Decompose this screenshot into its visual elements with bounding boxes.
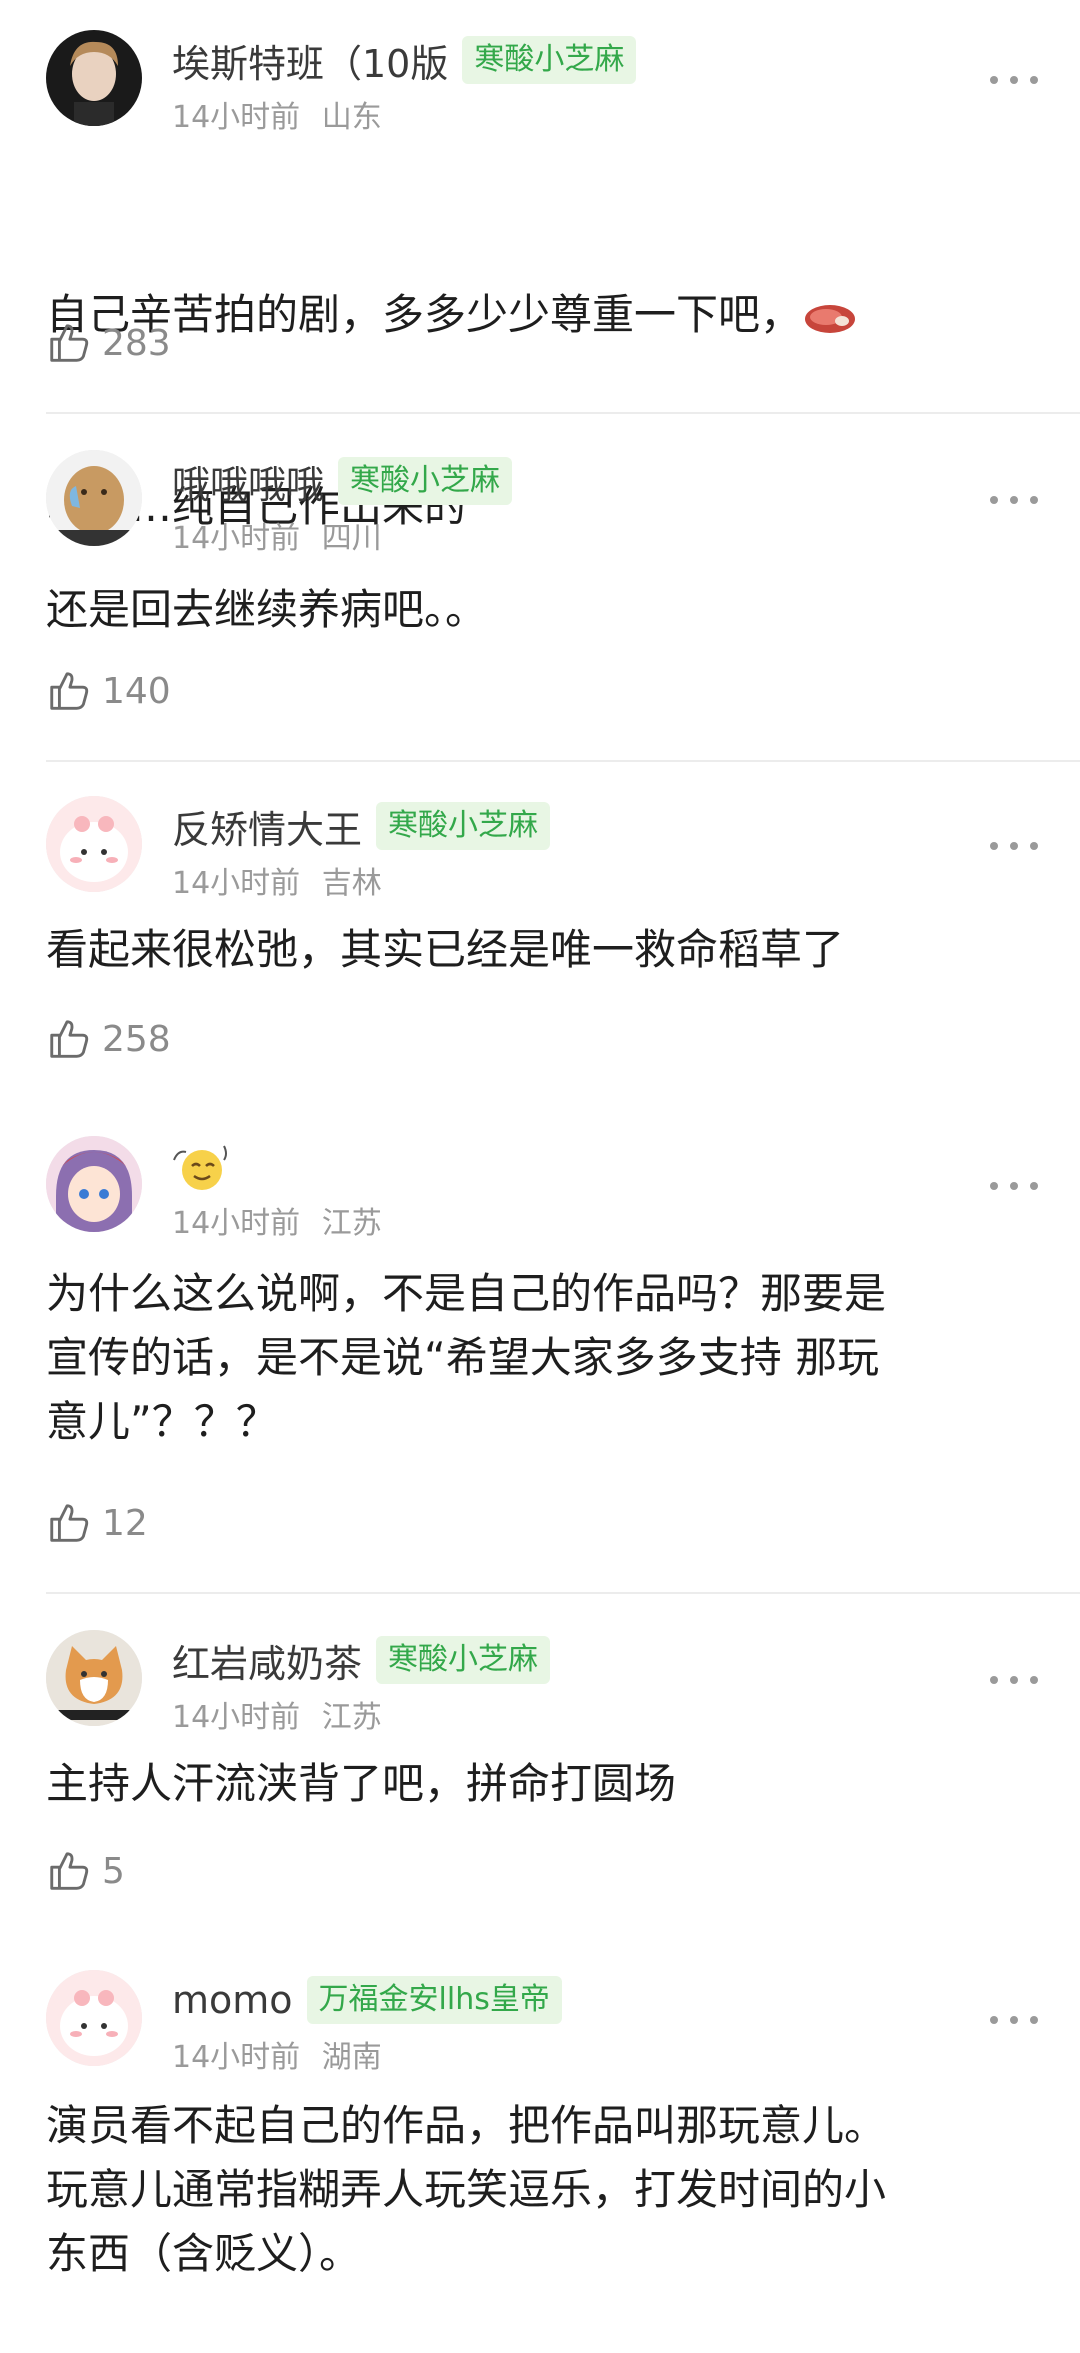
like-button[interactable]: 5 [46, 1846, 125, 1896]
more-options-icon[interactable] [990, 1670, 1038, 1690]
thumbs-up-icon [50, 1020, 89, 1058]
username[interactable]: 红岩咸奶茶 寒酸小芝麻 [172, 1632, 551, 1688]
more-options-icon[interactable] [990, 1176, 1038, 1196]
timestamp: 14小时前 [172, 1206, 301, 1241]
thumbs-up-icon [50, 1504, 89, 1542]
comment-meta: 14小时前 江苏 [172, 1692, 382, 1736]
like-button[interactable]: 12 [46, 1498, 148, 1548]
avatar[interactable] [46, 30, 142, 126]
username-text: 哦哦哦哦 [172, 462, 325, 507]
timestamp: 14小时前 [172, 866, 301, 901]
more-options-icon[interactable] [990, 490, 1038, 510]
location: 江苏 [321, 1206, 382, 1241]
username-text: momo [172, 1978, 293, 2022]
username[interactable]: momo 万福金安llhs皇帝 [172, 1972, 562, 2028]
avatar[interactable] [46, 1136, 142, 1232]
fan-badge[interactable]: 寒酸小芝麻 [376, 1636, 551, 1684]
like-count: 283 [102, 322, 171, 364]
like-count: 5 [102, 1850, 125, 1892]
portrait-avatar-icon [46, 30, 142, 126]
timestamp: 14小时前 [172, 521, 301, 556]
location: 四川 [321, 521, 382, 556]
timestamp: 14小时前 [172, 2040, 301, 2075]
divider [46, 412, 1080, 414]
location: 湖南 [321, 2040, 382, 2075]
location: 山东 [321, 100, 382, 135]
username[interactable]: 反矫情大王 寒酸小芝麻 [172, 798, 551, 854]
thumbs-up-icon [50, 672, 89, 710]
potato-cartoon-avatar-icon [46, 450, 142, 546]
comment-text: 还是回去继续养病吧。。 [46, 585, 488, 634]
location: 吉林 [321, 866, 382, 901]
avatar[interactable] [46, 450, 142, 546]
username[interactable]: 埃斯特班（10版 寒酸小芝麻 [172, 32, 637, 88]
thumbs-up-icon [50, 1852, 89, 1890]
comment-meta: 14小时前 江苏 [172, 1198, 382, 1242]
username-text: 红岩咸奶茶 [172, 1641, 363, 1686]
fan-badge[interactable]: 寒酸小芝麻 [376, 802, 551, 850]
pink-cartoon-avatar-icon [46, 1970, 142, 2066]
fan-badge[interactable]: 寒酸小芝麻 [462, 36, 637, 84]
comment-text: 看起来很松弛，其实已经是唯一救命稻草了 [46, 925, 845, 974]
divider [46, 1592, 1080, 1594]
avatar[interactable] [46, 796, 142, 892]
like-count: 140 [102, 670, 171, 712]
location: 江苏 [321, 1700, 382, 1735]
username[interactable] [172, 1140, 242, 1196]
like-button[interactable]: 258 [46, 1014, 171, 1064]
avatar[interactable] [46, 1630, 142, 1726]
timestamp: 14小时前 [172, 100, 301, 135]
comment-meta: 14小时前 四川 [172, 513, 382, 557]
thumbs-up-icon [50, 324, 89, 362]
steak-emoji-icon [805, 304, 856, 333]
anime-girl-avatar-icon [46, 1136, 142, 1232]
comment-text: 主持人汗流浃背了吧，拼命打圆场 [46, 1759, 677, 1808]
pink-cartoon-avatar-icon [46, 796, 142, 892]
fan-badge[interactable]: 万福金安llhs皇帝 [306, 1976, 562, 2024]
fan-badge[interactable]: 寒酸小芝麻 [338, 457, 513, 505]
avatar[interactable] [46, 1970, 142, 2066]
more-options-icon[interactable] [990, 836, 1038, 856]
comment-meta: 14小时前 湖南 [172, 2032, 382, 2076]
username-text: 埃斯特班（10版 [172, 41, 449, 86]
sweat-smile-emoji-icon [173, 1145, 227, 1190]
like-button[interactable]: 140 [46, 666, 171, 716]
more-options-icon[interactable] [990, 2010, 1038, 2030]
comment-meta: 14小时前 吉林 [172, 858, 382, 902]
like-button[interactable]: 283 [46, 318, 171, 368]
divider [46, 760, 1080, 762]
username[interactable]: 哦哦哦哦 寒酸小芝麻 [172, 453, 513, 509]
username-text: 反矫情大王 [172, 807, 363, 852]
comment-text: 为什么这么说啊，不是自己的作品吗？那要是 宣传的话，是不是说“希望大家多多支持 … [46, 1269, 887, 1446]
comment-text: 演员看不起自己的作品，把作品叫那玩意儿。 玩意儿通常指糊弄人玩笑逗乐，打发时间的… [46, 2101, 887, 2278]
cat-avatar-icon [46, 1630, 142, 1726]
timestamp: 14小时前 [172, 1700, 301, 1735]
like-count: 12 [102, 1502, 148, 1544]
like-count: 258 [102, 1018, 171, 1060]
more-options-icon[interactable] [990, 70, 1038, 90]
comment-meta: 14小时前 山东 [172, 92, 382, 136]
